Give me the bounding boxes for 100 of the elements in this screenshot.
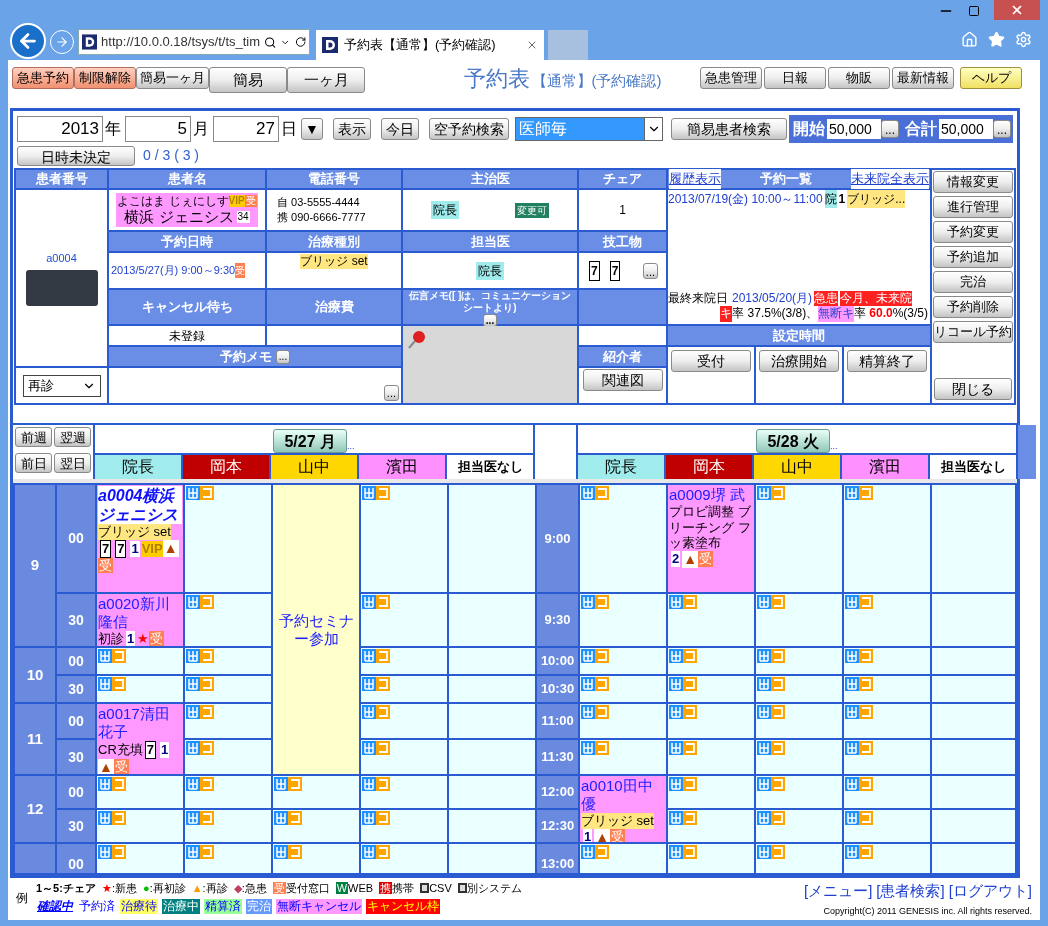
toolbar-button[interactable]: 簡易 [209,67,287,93]
grid-icon[interactable] [757,649,771,663]
grid-icon[interactable] [98,677,112,691]
toolbar-button[interactable]: 制限解除 [74,67,136,89]
side-button[interactable]: 完治 [933,271,1013,293]
grid-icon[interactable] [845,649,859,663]
time-slot[interactable] [185,844,271,873]
bracket-icon[interactable] [112,649,126,663]
bracket-icon[interactable] [376,595,390,609]
bracket-icon[interactable] [112,777,126,791]
toolbar-button[interactable]: 一ヶ月 [287,67,365,93]
grid-icon[interactable] [757,845,771,859]
time-slot[interactable] [668,594,754,646]
time-slot[interactable] [273,844,359,873]
dropdown-button[interactable]: ▼ [301,118,323,140]
grid-icon[interactable] [581,649,595,663]
bracket-icon[interactable] [771,741,785,755]
grid-icon[interactable] [669,845,683,859]
grid-icon[interactable] [98,811,112,825]
bracket-icon[interactable] [683,741,697,755]
bracket-icon[interactable] [200,649,214,663]
more-button[interactable]: ... [383,385,399,401]
nav-button[interactable]: 前日 [15,453,52,473]
more-link[interactable]: ... [830,439,838,453]
total-field[interactable]: 50,000 [827,119,881,139]
appointment-card[interactable]: a0009堺 武 プロビ調整 ブリーチング フッ素塗布 2 ▲受 [668,485,754,592]
grid-icon[interactable] [581,677,595,691]
bracket-icon[interactable] [200,811,214,825]
grid-icon[interactable] [669,741,683,755]
time-slot[interactable] [361,704,447,738]
grid-icon[interactable] [669,595,683,609]
grid-icon[interactable] [186,741,200,755]
bracket-icon[interactable] [376,811,390,825]
bracket-icon[interactable] [683,649,697,663]
time-slot[interactable] [97,810,183,842]
time-slot[interactable] [844,676,930,702]
time-slot[interactable] [580,676,666,702]
grid-icon[interactable] [362,811,376,825]
bracket-icon[interactable] [288,845,302,859]
grid-icon[interactable] [757,486,771,500]
toolbar-button[interactable]: 最新情報 [892,67,954,89]
bracket-icon[interactable] [595,486,609,500]
grid-icon[interactable] [845,705,859,719]
refresh-icon[interactable] [294,36,306,48]
footer-link[interactable]: [患者検索] [876,880,945,903]
memo-field[interactable]: ... [109,368,401,403]
bracket-icon[interactable] [771,486,785,500]
time-slot[interactable] [185,648,271,674]
grid-icon[interactable] [845,741,859,755]
time-slot[interactable] [185,740,271,774]
grid-icon[interactable] [757,777,771,791]
grid-icon[interactable] [669,649,683,663]
bracket-icon[interactable] [112,811,126,825]
time-slot[interactable] [361,594,447,646]
grid-icon[interactable] [362,595,376,609]
bracket-icon[interactable] [859,677,873,691]
patient-name[interactable]: a0009堺 武 [669,486,753,504]
date-field[interactable]: 27 [213,116,279,142]
bracket-icon[interactable] [683,705,697,719]
time-slot[interactable] [844,594,930,646]
grid-icon[interactable] [186,705,200,719]
bracket-icon[interactable] [771,777,785,791]
bracket-icon[interactable] [859,845,873,859]
more-link[interactable]: ... [347,439,355,453]
bracket-icon[interactable] [376,777,390,791]
bracket-icon[interactable] [200,741,214,755]
time-slot[interactable] [97,844,183,873]
bracket-icon[interactable] [112,845,126,859]
bracket-icon[interactable] [376,845,390,859]
grid-icon[interactable] [581,705,595,719]
grid-icon[interactable] [98,845,112,859]
time-slot[interactable] [668,810,754,842]
nav-button[interactable]: 翌週 [54,427,91,447]
address-bar[interactable]: http://10.0.0.18/tsys/t/ts_tim [78,29,310,55]
time-slot[interactable] [580,704,666,738]
bracket-icon[interactable] [595,741,609,755]
more-button[interactable]: ... [642,262,658,279]
bracket-icon[interactable] [595,649,609,663]
grid-icon[interactable] [669,705,683,719]
relation-map-button[interactable]: 関連図 [582,369,663,391]
bracket-icon[interactable] [683,595,697,609]
date-button[interactable]: 5/27 月 [273,429,348,453]
grid-icon[interactable] [757,811,771,825]
bracket-icon[interactable] [771,649,785,663]
grid-icon[interactable] [581,595,595,609]
total-field[interactable]: 50,000 [939,119,993,139]
date-button[interactable]: 5/28 火 [756,429,831,453]
time-slot[interactable] [361,776,447,808]
time-slot[interactable] [756,844,842,873]
time-slot[interactable] [668,648,754,674]
time-slot[interactable] [97,648,183,674]
grid-icon[interactable] [186,595,200,609]
time-slot[interactable] [97,776,183,808]
time-slot[interactable] [97,676,183,702]
time-slot[interactable] [756,676,842,702]
browser-tab[interactable]: 予約表【通常】(予約確認) [316,30,544,60]
appointment-card[interactable]: a0020新川隆信 初診 1 ★受 [97,594,183,646]
grid-icon[interactable] [98,649,112,663]
time-slot[interactable] [580,740,666,774]
bracket-icon[interactable] [771,845,785,859]
